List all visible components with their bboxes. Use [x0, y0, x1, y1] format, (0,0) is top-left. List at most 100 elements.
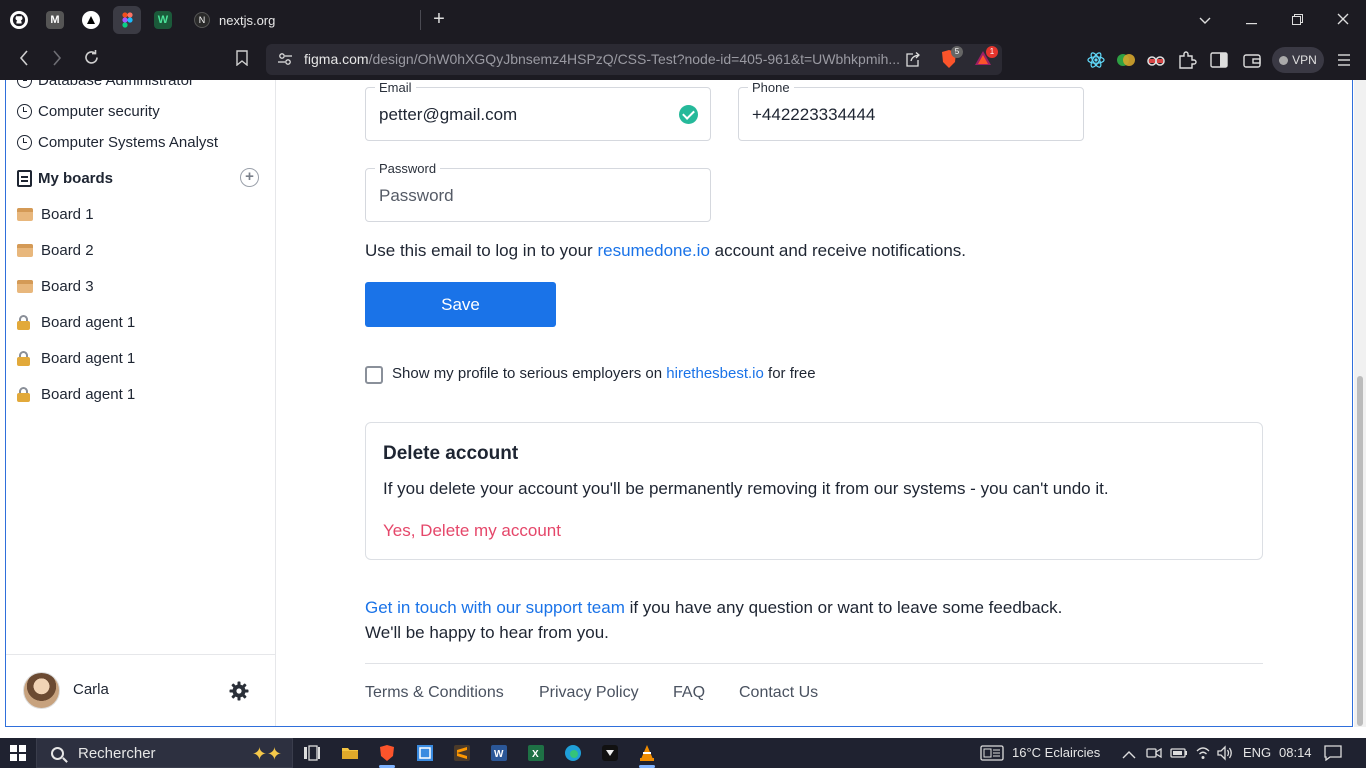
- sublime-text-icon[interactable]: [453, 744, 471, 762]
- save-button[interactable]: Save: [365, 282, 556, 327]
- clock-time[interactable]: 08:14: [1279, 745, 1312, 760]
- sidebar-toggle-icon[interactable]: [1209, 50, 1229, 70]
- bookmark-icon[interactable]: [230, 48, 254, 72]
- glasses-extension-icon[interactable]: [1146, 50, 1166, 70]
- restore-button[interactable]: [1284, 8, 1310, 32]
- scrollbar-thumb[interactable]: [1357, 376, 1363, 726]
- pinned-tab-vercel[interactable]: [77, 6, 105, 34]
- phone-field[interactable]: Phone +442223334444: [738, 80, 1084, 141]
- volume-icon[interactable]: [1216, 745, 1234, 766]
- windows-start-icon[interactable]: [10, 745, 26, 761]
- vlc-icon[interactable]: [638, 744, 656, 762]
- task-view-icon[interactable]: [303, 744, 321, 762]
- nextjs-icon: N: [194, 12, 210, 28]
- recent-item[interactable]: Computer security: [17, 100, 160, 122]
- wifi-icon[interactable]: [1195, 745, 1211, 766]
- pinned-tab-medium[interactable]: M: [41, 6, 69, 34]
- sidebar-item-board[interactable]: Board 1: [17, 203, 94, 225]
- show-profile-suffix: for free: [763, 365, 816, 382]
- show-profile-prefix: Show my profile to serious employers on: [392, 365, 667, 382]
- folder-icon: [17, 279, 33, 293]
- brave-browser-icon[interactable]: [378, 744, 396, 762]
- support-line-2: We'll be happy to hear from you.: [365, 623, 609, 642]
- recent-item[interactable]: Database Administrator: [17, 80, 194, 91]
- pinned-tab-github[interactable]: [5, 6, 33, 34]
- clock-icon: [17, 103, 32, 119]
- password-field[interactable]: Password Password: [365, 161, 711, 222]
- weather-text[interactable]: 16°C Eclaircies: [1012, 745, 1100, 760]
- recent-item[interactable]: Computer Systems Analyst: [17, 131, 218, 153]
- vpn-status-icon: [1279, 55, 1289, 65]
- tray-overflow-chevron-icon[interactable]: [1122, 747, 1136, 765]
- sidebar-item-board[interactable]: Board 3: [17, 275, 94, 297]
- webflow-icon: W: [154, 11, 172, 29]
- tab-nextjs[interactable]: N nextjs.org: [184, 4, 420, 36]
- meet-now-icon[interactable]: [1146, 745, 1162, 766]
- board-label: Board 1: [41, 205, 94, 223]
- brave-shields-icon[interactable]: 5: [940, 46, 963, 70]
- resumedone-link[interactable]: resumedone.io: [597, 241, 709, 260]
- footer-link-terms[interactable]: Terms & Conditions: [365, 684, 504, 702]
- minimize-button[interactable]: [1238, 8, 1264, 32]
- password-input[interactable]: Password: [379, 186, 454, 206]
- board-label: Board agent 1: [41, 313, 136, 331]
- battery-icon[interactable]: [1170, 746, 1188, 765]
- new-tab-button[interactable]: +: [428, 8, 450, 30]
- page-scrollbar[interactable]: [1354, 80, 1366, 727]
- main-menu-icon[interactable]: [1336, 50, 1356, 70]
- phone-input[interactable]: +442223334444: [752, 105, 875, 125]
- windows-taskbar: Rechercher ✦✦ W X 16°C Eclaircies ENG 08…: [0, 738, 1366, 768]
- brave-rewards-icon[interactable]: 1: [974, 46, 998, 70]
- share-icon[interactable]: [904, 51, 921, 73]
- extensions-puzzle-icon[interactable]: [1177, 50, 1197, 70]
- file-explorer-icon[interactable]: [341, 744, 359, 762]
- site-settings-icon[interactable]: [277, 51, 293, 72]
- sidebar-item-board-agent[interactable]: Board agent 1: [17, 383, 135, 405]
- taskbar-search[interactable]: Rechercher ✦✦: [36, 738, 293, 768]
- footer-link-faq[interactable]: FAQ: [673, 684, 705, 702]
- email-label: Email: [375, 80, 416, 95]
- hirethesbest-link[interactable]: hirethesbest.io: [666, 365, 764, 382]
- pinned-tab-webflow[interactable]: W: [149, 6, 177, 34]
- tab-list-chevron-icon[interactable]: [1192, 8, 1218, 32]
- wallet-icon[interactable]: [1242, 50, 1262, 70]
- close-window-button[interactable]: [1330, 8, 1356, 32]
- support-link[interactable]: Get in touch with our support team: [365, 598, 625, 617]
- recent-item-label: Database Administrator: [38, 80, 194, 89]
- show-profile-checkbox[interactable]: [365, 366, 383, 384]
- sidebar-item-board[interactable]: Board 2: [17, 239, 94, 261]
- board-label: Board agent 1: [41, 349, 136, 367]
- weather-icon[interactable]: [980, 745, 1004, 766]
- delete-account-button[interactable]: Yes, Delete my account: [383, 521, 561, 541]
- edge-icon[interactable]: [564, 744, 582, 762]
- avatar[interactable]: [23, 672, 60, 709]
- gear-icon[interactable]: [229, 681, 249, 701]
- back-button[interactable]: [12, 48, 36, 72]
- delete-account-description: If you delete your account you'll be per…: [383, 479, 1109, 498]
- add-board-button[interactable]: +: [240, 168, 259, 187]
- dark-app-icon[interactable]: [601, 744, 619, 762]
- color-picker-extension-icon[interactable]: [1116, 50, 1136, 70]
- app-window-icon[interactable]: [416, 744, 434, 762]
- reload-button[interactable]: [79, 48, 103, 72]
- board-label: Board 3: [41, 277, 94, 295]
- react-devtools-icon[interactable]: [1086, 50, 1106, 70]
- sidebar-item-board-agent[interactable]: Board agent 1: [17, 347, 135, 369]
- page-viewport: Database Administrator Computer security…: [5, 80, 1353, 727]
- excel-icon[interactable]: X: [527, 744, 545, 762]
- footer-link-contact[interactable]: Contact Us: [739, 684, 818, 702]
- email-field[interactable]: Email petter@gmail.com: [365, 80, 711, 141]
- sidebar-item-board-agent[interactable]: Board agent 1: [17, 311, 135, 333]
- email-input[interactable]: petter@gmail.com: [379, 105, 517, 125]
- pinned-tab-figma[interactable]: [113, 6, 141, 34]
- address-bar[interactable]: figma.com/design/OhW0hXGQyJbnsemz4HSPzQ/…: [266, 44, 1002, 75]
- language-indicator[interactable]: ENG: [1243, 745, 1271, 760]
- clock-icon: [17, 134, 32, 150]
- url-text: figma.com/design/OhW0hXGQyJbnsemz4HSPzQ/…: [304, 51, 900, 67]
- footer-link-privacy[interactable]: Privacy Policy: [539, 684, 639, 702]
- notifications-icon[interactable]: [1324, 745, 1342, 766]
- vercel-icon: [82, 11, 100, 29]
- word-icon[interactable]: W: [490, 744, 508, 762]
- vpn-button[interactable]: VPN: [1272, 47, 1324, 73]
- forward-button[interactable]: [45, 48, 69, 72]
